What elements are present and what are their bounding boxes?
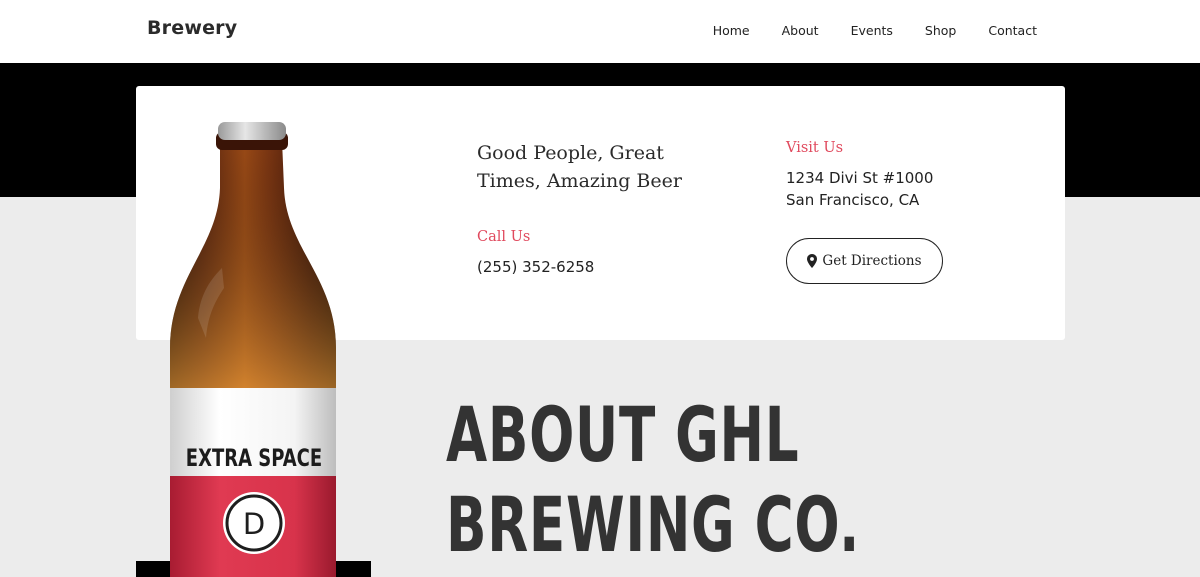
nav-about[interactable]: About bbox=[782, 23, 819, 38]
get-directions-label: Get Directions bbox=[822, 253, 922, 269]
tagline-line-1: Good People, Great bbox=[477, 142, 664, 164]
address-line-2: San Francisco, CA bbox=[786, 191, 920, 209]
map-pin-icon bbox=[807, 254, 818, 268]
main-nav: Home About Events Shop Contact bbox=[713, 23, 1037, 38]
visit-us-label: Visit Us bbox=[786, 140, 844, 156]
site-logo[interactable]: Brewery bbox=[147, 17, 237, 39]
nav-events[interactable]: Events bbox=[851, 23, 893, 38]
site-header: Brewery Home About Events Shop Contact bbox=[0, 0, 1200, 63]
nav-shop[interactable]: Shop bbox=[925, 23, 956, 38]
about-heading-line-1: ABOUT GHL bbox=[446, 390, 800, 479]
address-line-1: 1234 Divi St #1000 bbox=[786, 169, 934, 187]
about-heading-line-2: BREWING CO. bbox=[446, 480, 861, 569]
call-us-label: Call Us bbox=[477, 229, 531, 245]
tagline: Good People, Great Times, Amazing Beer bbox=[477, 139, 737, 195]
nav-contact[interactable]: Contact bbox=[988, 23, 1037, 38]
phone-number: (255) 352-6258 bbox=[477, 258, 595, 276]
get-directions-button[interactable]: Get Directions bbox=[786, 238, 943, 284]
bottle-logo-letter: D bbox=[243, 507, 265, 541]
nav-home[interactable]: Home bbox=[713, 23, 750, 38]
about-heading: ABOUT GHL BREWING CO. bbox=[446, 390, 860, 570]
bottle-label-text: EXTRA SPACE bbox=[186, 445, 322, 473]
beer-bottle-image: D EXTRA SPACE bbox=[170, 122, 336, 577]
tagline-line-2: Times, Amazing Beer bbox=[477, 170, 682, 192]
